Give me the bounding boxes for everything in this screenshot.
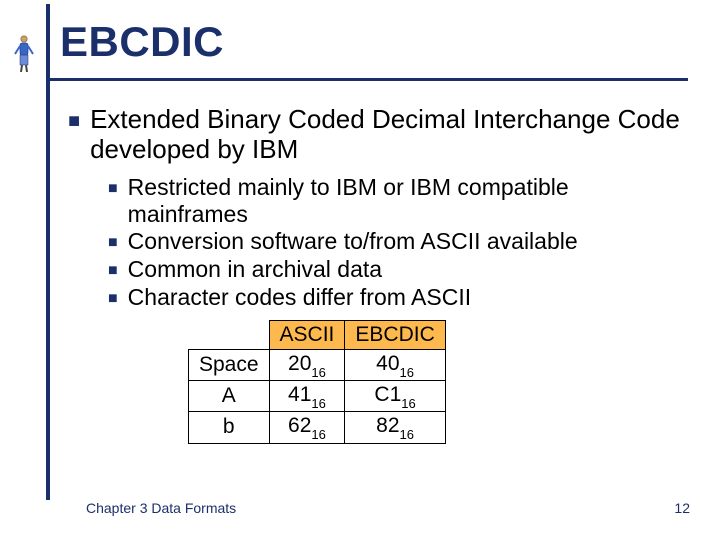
table-col-header: ASCII <box>269 321 345 350</box>
footer-chapter: Chapter 3 Data Formats <box>86 500 236 516</box>
slide-title: EBCDIC <box>60 18 224 66</box>
bullet-icon: ■ <box>108 229 118 256</box>
table-row-header: A <box>189 381 270 412</box>
bullet-lvl2-text: Common in archival data <box>128 256 382 284</box>
table-cell: 4016 <box>345 350 445 381</box>
bullet-lvl2-text: Character codes differ from ASCII <box>128 284 471 312</box>
bullet-icon: ■ <box>68 106 80 164</box>
bullet-icon: ■ <box>108 257 118 284</box>
table-cell: 6216 <box>269 412 345 443</box>
table-cell: C116 <box>345 381 445 412</box>
bullet-lvl2-text: Conversion software to/from ASCII availa… <box>128 228 578 256</box>
table-cell: 4116 <box>269 381 345 412</box>
table-row-header: Space <box>189 350 270 381</box>
decorative-figure-icon <box>12 34 36 74</box>
table-row-header: b <box>189 412 270 443</box>
bullet-lvl1-text: Extended Binary Coded Decimal Interchang… <box>90 104 680 164</box>
bullet-lvl2-text: Restricted mainly to IBM or IBM compatib… <box>128 174 680 228</box>
bullet-icon: ■ <box>108 175 118 228</box>
table-col-header: EBCDIC <box>345 321 445 350</box>
bullet-icon: ■ <box>108 285 118 312</box>
slide-body: ■ Extended Binary Coded Decimal Intercha… <box>68 104 680 444</box>
table-corner <box>189 321 270 350</box>
table-cell: 8216 <box>345 412 445 443</box>
footer-page-number: 12 <box>674 500 690 516</box>
horizontal-rule <box>50 78 688 81</box>
codes-table: ASCII EBCDIC Space 2016 4016 A 4116 C116… <box>188 320 680 444</box>
table-cell: 2016 <box>269 350 345 381</box>
